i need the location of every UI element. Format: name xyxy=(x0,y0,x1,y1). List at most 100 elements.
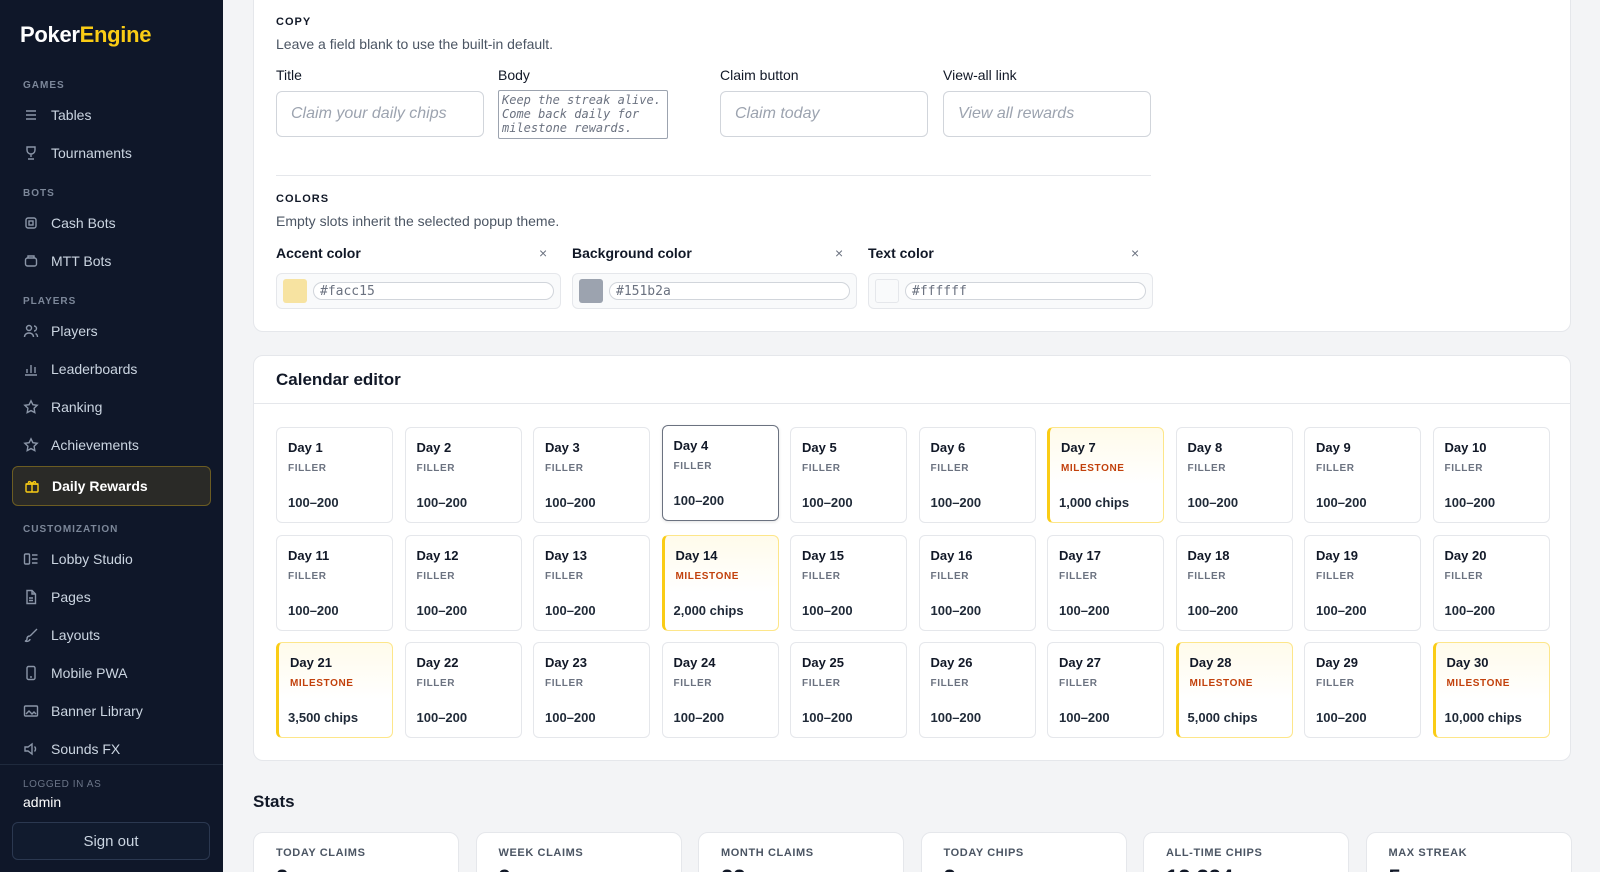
sidebar-item-tournaments[interactable]: Tournaments xyxy=(12,136,211,170)
sidebar-item-achievements[interactable]: Achievements xyxy=(12,428,211,462)
calendar-day-14[interactable]: Day 14 MILESTONE 2,000 chips xyxy=(661,534,779,631)
day-reward: 10,000 chips xyxy=(1444,710,1522,725)
clear-text-color-icon[interactable]: × xyxy=(1131,245,1139,261)
calendar-day-27[interactable]: Day 27 FILLER 100–200 xyxy=(1047,642,1164,738)
day-reward: 2,000 chips xyxy=(673,602,744,618)
day-reward: 100–200 xyxy=(1444,495,1496,510)
section-divider xyxy=(276,175,1151,176)
trophy-icon xyxy=(23,145,39,161)
day-type: FILLER xyxy=(545,678,584,689)
sign-out-button[interactable]: Sign out xyxy=(12,822,210,860)
accent-color-input[interactable]: #facc15 xyxy=(313,282,554,300)
sidebar-item-label: Pages xyxy=(51,589,91,605)
calendar-day-24[interactable]: Day 24 FILLER 100–200 xyxy=(661,642,779,738)
calendar-day-1[interactable]: Day 1 FILLER 100–200 xyxy=(276,427,393,523)
day-type: FILLER xyxy=(288,570,327,582)
calendar-day-5[interactable]: Day 5 FILLER 100–200 xyxy=(790,427,907,523)
copy-section-title: COPY xyxy=(276,16,312,28)
stat-label: TODAY CLAIMS xyxy=(276,847,366,859)
stat-value: 9 xyxy=(499,865,659,872)
calendar-day-21[interactable]: Day 21 MILESTONE 3,500 chips xyxy=(276,642,393,738)
day-type: MILESTONE xyxy=(290,678,354,689)
stat-value: 2 xyxy=(944,865,1104,872)
sidebar-item-lobby-studio[interactable]: Lobby Studio xyxy=(12,542,211,576)
claim-button-input[interactable]: Claim today xyxy=(720,91,928,137)
calendar-day-2[interactable]: Day 2 FILLER 100–200 xyxy=(404,427,522,523)
stat-card-max-streak: MAX STREAK 5 xyxy=(1365,832,1572,872)
day-label: Day 15 xyxy=(802,547,844,563)
sidebar-item-cash-bots[interactable]: Cash Bots xyxy=(12,206,211,240)
day-reward: 100–200 xyxy=(930,495,982,510)
day-label: Day 11 xyxy=(288,547,330,563)
accent-color-swatch[interactable] xyxy=(283,279,307,303)
stat-card-today-chips: TODAY CHIPS 2 xyxy=(920,832,1127,872)
calendar-day-4[interactable]: Day 4 FILLER 100–200 xyxy=(661,425,779,521)
tables-icon xyxy=(23,107,39,123)
calendar-day-29[interactable]: Day 29 FILLER 100–200 xyxy=(1304,642,1421,738)
sidebar-item-daily-rewards[interactable]: Daily Rewards xyxy=(12,466,211,506)
calendar-day-7[interactable]: Day 7 MILESTONE 1,000 chips xyxy=(1047,427,1164,523)
sidebar-item-banner-library[interactable]: Banner Library xyxy=(12,694,211,728)
stat-value: 5 xyxy=(1389,865,1549,872)
calendar-day-16[interactable]: Day 16 FILLER 100–200 xyxy=(918,534,1036,631)
day-label: Day 6 xyxy=(930,440,966,455)
calendar-day-28[interactable]: Day 28 MILESTONE 5,000 chips xyxy=(1175,642,1293,738)
calendar-day-23[interactable]: Day 23 FILLER 100–200 xyxy=(533,642,650,738)
sidebar-item-sounds-fx[interactable]: Sounds FX xyxy=(12,732,211,764)
calendar-day-15[interactable]: Day 15 FILLER 100–200 xyxy=(790,534,907,631)
calendar-day-17[interactable]: Day 17 FILLER 100–200 xyxy=(1047,534,1164,631)
calendar-day-20[interactable]: Day 20 FILLER 100–200 xyxy=(1432,534,1550,631)
body-textarea[interactable]: Keep the streak alive. Come back daily f… xyxy=(498,90,668,139)
stat-card-all-time-chips: ALL-TIME CHIPS 12,394 xyxy=(1143,832,1349,872)
calendar-day-10[interactable]: Day 10 FILLER 100–200 xyxy=(1432,427,1550,523)
calendar-day-6[interactable]: Day 6 FILLER 100–200 xyxy=(918,427,1036,523)
calendar-day-12[interactable]: Day 12 FILLER 100–200 xyxy=(404,534,522,631)
day-type: FILLER xyxy=(1316,678,1355,689)
calendar-day-22[interactable]: Day 22 FILLER 100–200 xyxy=(404,642,522,738)
sidebar-item-pages[interactable]: Pages xyxy=(12,580,211,614)
background-color-swatch[interactable] xyxy=(579,279,603,303)
calendar-day-26[interactable]: Day 26 FILLER 100–200 xyxy=(918,642,1036,738)
sidebar-item-tables[interactable]: Tables xyxy=(12,98,211,132)
calendar-day-8[interactable]: Day 8 FILLER 100–200 xyxy=(1175,427,1293,523)
calendar-day-25[interactable]: Day 25 FILLER 100–200 xyxy=(790,642,907,738)
stat-label: MONTH CLAIMS xyxy=(721,847,814,859)
text-color-swatch[interactable] xyxy=(875,279,899,303)
brand-logo[interactable]: PokerEngine xyxy=(0,0,223,66)
calendar-day-13[interactable]: Day 13 FILLER 100–200 xyxy=(533,534,650,631)
background-color-input[interactable]: #151b2a xyxy=(609,282,850,300)
calendar-day-18[interactable]: Day 18 FILLER 100–200 xyxy=(1175,534,1293,631)
day-type: MILESTONE xyxy=(1061,463,1125,474)
brush-icon xyxy=(23,627,39,643)
calendar-day-19[interactable]: Day 19 FILLER 100–200 xyxy=(1304,534,1421,631)
sidebar-item-layouts[interactable]: Layouts xyxy=(12,618,211,652)
day-label: Day 13 xyxy=(545,547,587,563)
calendar-day-30[interactable]: Day 30 MILESTONE 10,000 chips xyxy=(1432,642,1550,738)
day-type: FILLER xyxy=(545,570,584,582)
day-type: FILLER xyxy=(1059,678,1098,689)
text-color-input[interactable]: #ffffff xyxy=(905,282,1146,300)
clear-accent-icon[interactable]: × xyxy=(539,245,547,261)
nav-section-label: CUSTOMIZATION xyxy=(23,524,119,535)
day-reward: 100–200 xyxy=(673,493,725,508)
calendar-day-3[interactable]: Day 3 FILLER 100–200 xyxy=(533,427,650,523)
stat-value: 22 xyxy=(721,865,881,872)
brand-part-1: Poker xyxy=(20,22,80,47)
file-icon xyxy=(23,589,39,605)
sidebar-item-label: Tournaments xyxy=(51,145,132,161)
calendar-day-11[interactable]: Day 11 FILLER 100–200 xyxy=(276,534,393,631)
sidebar-item-mtt-bots[interactable]: MTT Bots xyxy=(12,244,211,278)
title-input[interactable]: Claim your daily chips xyxy=(276,91,484,137)
sidebar-item-mobile-pwa[interactable]: Mobile PWA xyxy=(12,656,211,690)
stat-value: 12,394 xyxy=(1166,865,1326,872)
view-all-input[interactable]: View all rewards xyxy=(943,91,1151,137)
sidebar-item-leaderboards[interactable]: Leaderboards xyxy=(12,352,211,386)
sidebar-item-ranking[interactable]: Ranking xyxy=(12,390,211,424)
brand-part-2: Engine xyxy=(79,22,152,47)
clear-background-icon[interactable]: × xyxy=(835,245,843,261)
calendar-day-9[interactable]: Day 9 FILLER 100–200 xyxy=(1304,427,1421,523)
sidebar-item-players[interactable]: Players xyxy=(12,314,211,348)
calendar-editor-title: Calendar editor xyxy=(254,356,1570,404)
sidebar-footer: LOGGED IN AS admin Sign out xyxy=(0,764,223,872)
nav-section-label: BOTS xyxy=(23,188,55,199)
